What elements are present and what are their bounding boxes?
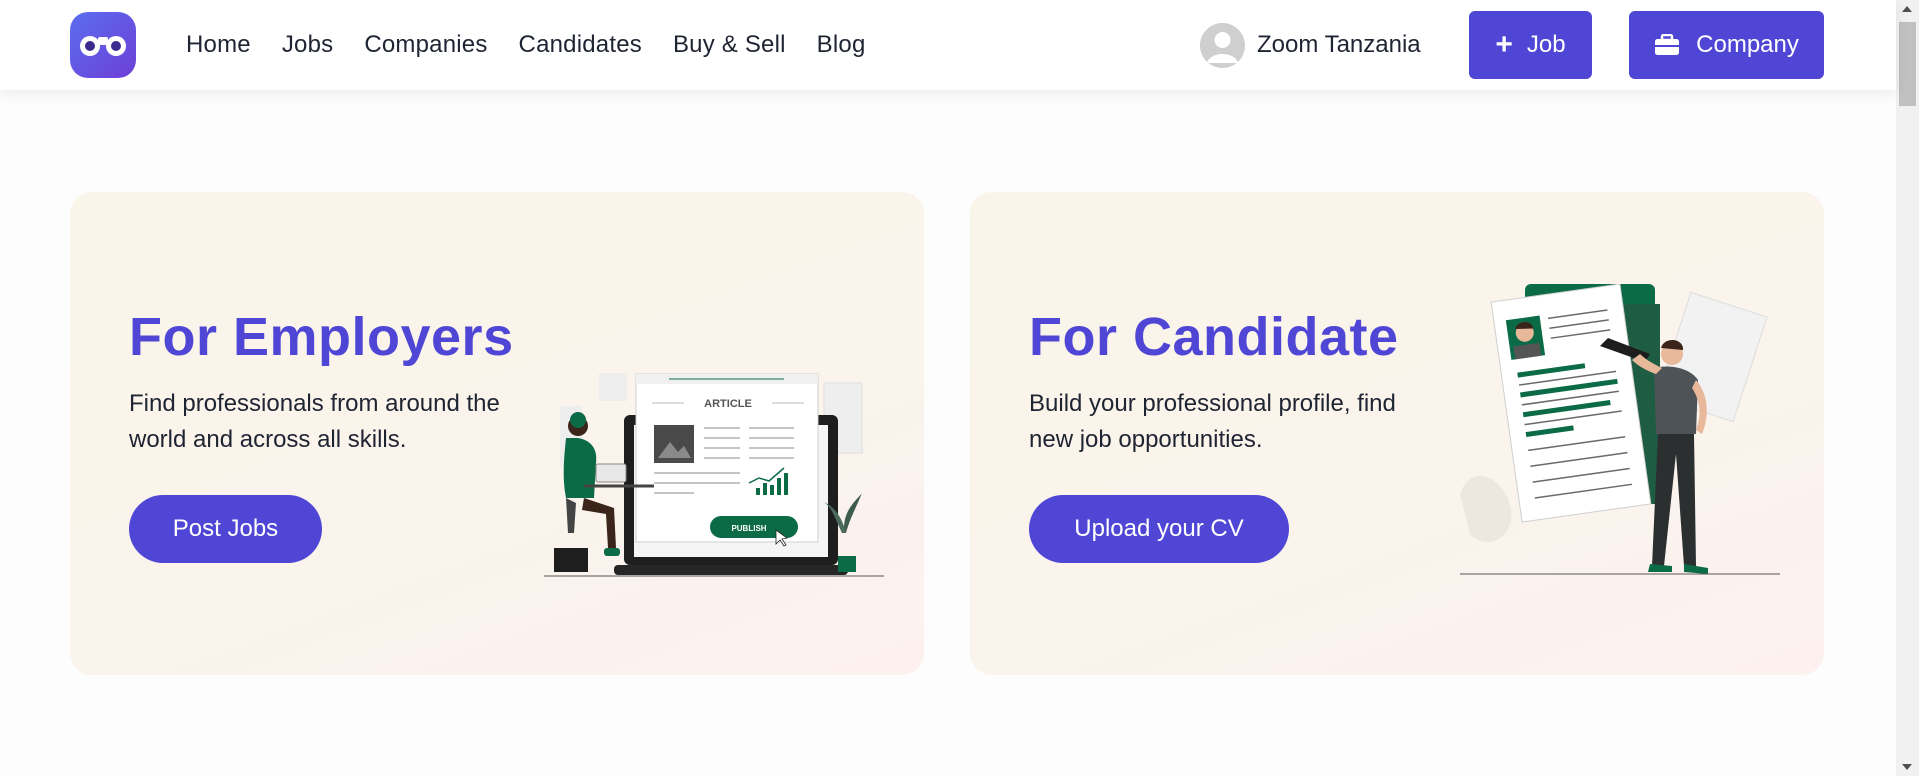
page-scrollbar[interactable] — [1896, 0, 1919, 776]
upload-cv-button[interactable]: Upload your CV — [1029, 495, 1289, 563]
candidates-card: For Candidate Build your professional pr… — [970, 192, 1824, 675]
post-jobs-button[interactable]: Post Jobs — [129, 495, 322, 563]
post-job-button[interactable]: + Job — [1469, 11, 1592, 79]
scroll-down-arrow-icon[interactable] — [1902, 764, 1912, 770]
nav-candidates[interactable]: Candidates — [519, 31, 642, 59]
add-company-button[interactable]: Company — [1629, 11, 1824, 79]
nav-blog[interactable]: Blog — [817, 31, 866, 59]
main-nav: Home Jobs Companies Candidates Buy & Sel… — [186, 0, 897, 90]
site-header: Home Jobs Companies Candidates Buy & Sel… — [0, 0, 1896, 90]
nav-buy-sell[interactable]: Buy & Sell — [673, 31, 786, 59]
add-company-label: Company — [1696, 31, 1799, 58]
user-name: Zoom Tanzania — [1257, 31, 1421, 58]
plus-icon: + — [1495, 28, 1513, 61]
illustration-publish-text: PUBLISH — [731, 524, 766, 533]
post-job-label: Job — [1526, 31, 1566, 58]
briefcase-icon — [1655, 34, 1680, 55]
illustration-article-text: ARTICLE — [704, 398, 752, 410]
avatar-icon — [1200, 22, 1245, 68]
logo-binoculars-icon[interactable] — [70, 12, 136, 78]
nav-companies[interactable]: Companies — [364, 31, 487, 59]
candidates-title: For Candidate — [1029, 307, 1399, 367]
employer-publishing-illustration: ARTICLE PUBLISH — [544, 373, 884, 577]
nav-home[interactable]: Home — [186, 31, 251, 59]
employers-title: For Employers — [129, 307, 514, 367]
candidate-cv-illustration — [1460, 284, 1780, 575]
scroll-thumb[interactable] — [1899, 22, 1916, 106]
employers-card: For Employers Find professionals from ar… — [70, 192, 924, 675]
nav-jobs[interactable]: Jobs — [282, 31, 334, 59]
scroll-up-arrow-icon[interactable] — [1902, 6, 1912, 12]
user-menu[interactable]: Zoom Tanzania — [1200, 22, 1421, 68]
employers-description: Find professionals from around the world… — [129, 390, 500, 453]
candidates-description: Build your professional profile, find ne… — [1029, 390, 1396, 453]
